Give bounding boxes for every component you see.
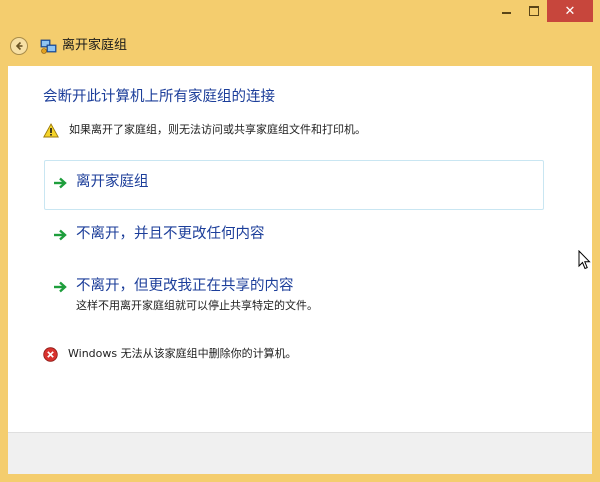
main-heading: 会断开此计算机上所有家庭组的连接 — [43, 89, 275, 105]
homegroup-icon — [40, 39, 57, 54]
main-content: 会断开此计算机上所有家庭组的连接 如果离开了家庭组，则无法访问或共享家庭组文件和… — [8, 66, 592, 432]
homegroup-window: ✕ 离开家庭组 会断开此计算机上所有家庭组的连接 如果离开了家庭组，则无法访问或… — [0, 0, 600, 482]
maximize-button[interactable] — [520, 0, 547, 22]
page-title: 离开家庭组 — [62, 38, 128, 53]
minimize-icon — [502, 12, 511, 14]
option-stay-no-change[interactable]: 不离开，并且不更改任何内容 — [44, 212, 544, 258]
warning-icon — [43, 122, 59, 137]
warning-text: 如果离开了家庭组，则无法访问或共享家庭组文件和打印机。 — [69, 123, 366, 136]
error-message: Windows 无法从该家庭组中删除你的计算机。 — [43, 346, 297, 362]
footer-bar — [8, 432, 592, 474]
back-button[interactable] — [10, 37, 28, 55]
maximize-icon — [528, 6, 539, 16]
green-arrow-icon — [54, 177, 67, 189]
option-label: 不离开，并且不更改任何内容 — [76, 226, 265, 242]
error-icon — [43, 346, 58, 362]
green-arrow-icon — [54, 229, 67, 241]
close-button[interactable]: ✕ — [547, 0, 593, 22]
option-stay-change-sharing[interactable]: 不离开，但更改我正在共享的内容 这样不用离开家庭组就可以停止共享特定的文件。 — [44, 264, 544, 322]
option-label: 不离开，但更改我正在共享的内容 — [76, 278, 294, 294]
title-bar: ✕ — [0, 0, 600, 30]
back-arrow-icon — [15, 41, 23, 51]
navigation-bar: 离开家庭组 — [0, 30, 600, 65]
option-description: 这样不用离开家庭组就可以停止共享特定的文件。 — [76, 299, 318, 312]
mouse-cursor-icon — [578, 250, 591, 270]
window-controls: ✕ — [493, 0, 593, 22]
green-arrow-icon — [54, 281, 67, 293]
error-text: Windows 无法从该家庭组中删除你的计算机。 — [68, 347, 297, 360]
option-label: 离开家庭组 — [76, 174, 149, 190]
option-leave-homegroup[interactable]: 离开家庭组 — [44, 160, 544, 210]
warning-message: 如果离开了家庭组，则无法访问或共享家庭组文件和打印机。 — [43, 122, 366, 138]
minimize-button[interactable] — [493, 0, 520, 22]
close-icon: ✕ — [564, 3, 576, 19]
